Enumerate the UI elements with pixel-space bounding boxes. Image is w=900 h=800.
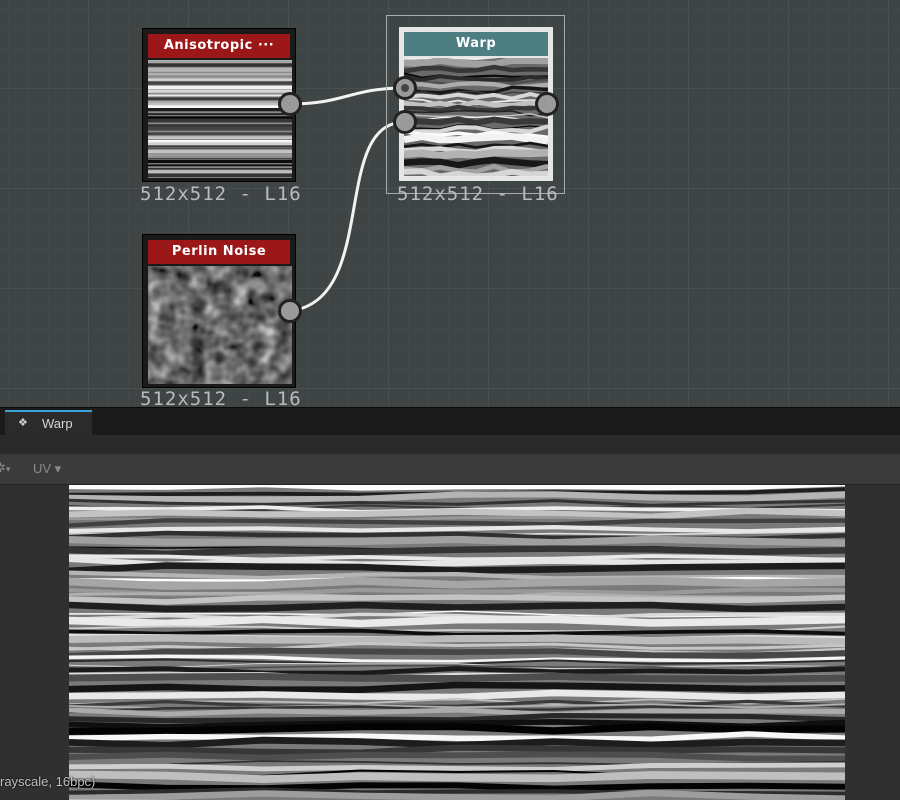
node-perlin-noise[interactable]: Perlin Noise — [142, 234, 296, 388]
uv-dropdown[interactable]: UV ▾ — [33, 461, 61, 477]
input-port-warp-input[interactable] — [393, 76, 417, 100]
node-resolution: 512x512 - L16 — [140, 183, 302, 205]
texture-preview — [68, 485, 846, 800]
output-port[interactable] — [278, 92, 302, 116]
node-thumbnail — [148, 60, 292, 178]
gear-icon[interactable]: ✲▾ — [0, 460, 10, 476]
node-title: Warp — [404, 32, 548, 56]
node-warp[interactable]: Warp — [399, 27, 553, 181]
view-toolbar: ✲▾ UV ▾ — [0, 454, 900, 485]
output-port[interactable] — [278, 299, 302, 323]
node-graph-canvas[interactable]: Anisotropic ··· 512x512 - L16 Perlin Noi… — [0, 0, 900, 407]
node-thumbnail — [148, 266, 292, 384]
panel-tab-bar: ❖ Warp — [0, 407, 900, 436]
node-resolution: 512x512 - L16 — [397, 183, 559, 205]
output-port[interactable] — [535, 92, 559, 116]
node-resolution: 512x512 - L16 — [140, 388, 302, 407]
node-title: Anisotropic ··· — [148, 34, 290, 58]
panel-header-strip — [0, 435, 900, 454]
input-port-intensity[interactable] — [393, 110, 417, 134]
node-anisotropic-noise[interactable]: Anisotropic ··· — [142, 28, 296, 182]
tab-label: Warp — [42, 416, 73, 431]
texture-view-icon: ❖ — [18, 417, 28, 429]
node-title: Perlin Noise — [148, 240, 290, 264]
tab-2d-view[interactable]: ❖ Warp — [5, 410, 92, 436]
node-thumbnail — [404, 58, 548, 176]
texture-viewport[interactable] — [0, 485, 900, 800]
status-text: rayscale, 16bpc) — [0, 774, 96, 789]
